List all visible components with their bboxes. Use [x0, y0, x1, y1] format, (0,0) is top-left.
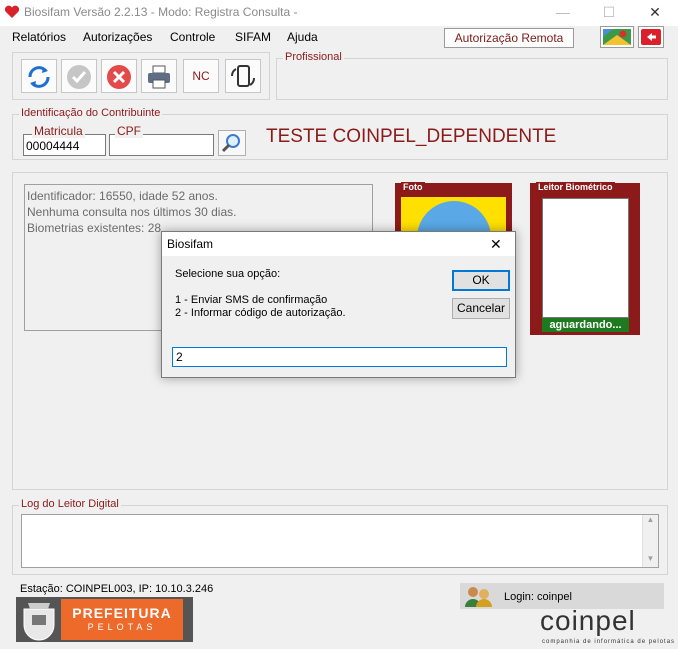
leitor-frame: aguardando...	[530, 183, 640, 335]
users-icon	[465, 587, 492, 607]
menu-relatorios[interactable]: Relatórios	[12, 30, 66, 44]
exit-button[interactable]	[638, 26, 664, 48]
prefeitura-line2: PELOTAS	[87, 622, 157, 632]
menu-sifam[interactable]: SIFAM	[235, 30, 271, 44]
info-line-identificador: Identificador: 16550, idade 52 anos.	[27, 189, 218, 203]
profissional-title: Profissional	[283, 51, 344, 63]
remote-authorization-button[interactable]: Autorização Remota	[444, 28, 574, 48]
check-icon	[67, 65, 91, 89]
coinpel-logo: coinpel	[540, 605, 636, 636]
device-swap-icon	[230, 65, 256, 87]
dialog-option-1: 1 - Enviar SMS de confirmação	[175, 294, 328, 306]
pelotas-crest-icon	[23, 603, 55, 641]
printer-icon	[148, 65, 170, 89]
menu-controle[interactable]: Controle	[170, 30, 215, 44]
log-scrollbar[interactable]: ▲ ▼	[642, 515, 658, 567]
dialog-prompt: Selecione sua opção:	[175, 268, 281, 280]
leitor-status: aguardando...	[542, 318, 629, 332]
cpf-label: CPF	[115, 124, 143, 138]
info-line-consultas: Nenhuma consulta nos últimos 30 dias.	[27, 205, 237, 219]
scroll-up-icon[interactable]: ▲	[643, 515, 658, 524]
scroll-down-icon[interactable]: ▼	[643, 554, 658, 563]
refresh-button[interactable]	[21, 59, 57, 93]
dialog-ok-button[interactable]: OK	[452, 270, 510, 291]
foto-title: Foto	[401, 182, 425, 192]
minimize-button[interactable]: —	[540, 0, 586, 26]
nc-button[interactable]: NC	[183, 59, 219, 93]
window-title: Biosifam Versão 2.2.13 - Modo: Registra …	[24, 5, 298, 19]
dialog-titlebar	[162, 232, 515, 256]
refresh-icon	[28, 66, 50, 88]
fingerprint-area	[542, 198, 629, 318]
maximize-button[interactable]: ☐	[586, 0, 632, 26]
profissional-panel	[276, 58, 668, 100]
option-dialog: Biosifam ✕ Selecione sua opção: 1 - Envi…	[161, 231, 516, 378]
leitor-title: Leitor Biométrico	[536, 182, 615, 192]
station-info: Estação: COINPEL003, IP: 10.10.3.246	[20, 583, 214, 595]
map-icon	[603, 29, 631, 45]
dialog-option-2: 2 - Informar código de autorização.	[175, 307, 346, 319]
search-icon	[221, 134, 240, 153]
confirm-button[interactable]	[61, 59, 97, 93]
dialog-input[interactable]: 2	[172, 347, 507, 367]
prefeitura-badge: PREFEITURA PELOTAS	[61, 599, 183, 640]
dialog-close-button[interactable]: ✕	[490, 236, 502, 253]
exit-icon	[641, 29, 661, 45]
menu-autorizacoes[interactable]: Autorizações	[83, 30, 152, 44]
contribuinte-name: TESTE COINPEL_DEPENDENTE	[266, 126, 557, 147]
print-button[interactable]	[141, 59, 177, 93]
map-button[interactable]	[600, 26, 634, 48]
heart-app-icon	[4, 5, 20, 18]
dialog-cancel-button[interactable]: Cancelar	[452, 298, 510, 319]
dialog-title: Biosifam	[167, 237, 214, 251]
matricula-label: Matricula	[32, 124, 85, 138]
log-textarea[interactable]: ▲ ▼	[21, 514, 659, 568]
coinpel-tagline: companhia de informática de pelotas	[542, 639, 676, 645]
close-button[interactable]: ✕	[632, 0, 678, 26]
login-info: Login: coinpel	[504, 591, 572, 603]
search-button[interactable]	[218, 130, 246, 156]
cancel-icon	[107, 65, 131, 89]
contribuinte-title: Identificação do Contribuinte	[19, 107, 163, 119]
menu-ajuda[interactable]: Ajuda	[287, 30, 318, 44]
device-button[interactable]	[225, 59, 261, 93]
log-title: Log do Leitor Digital	[19, 498, 121, 510]
cancel-button[interactable]	[101, 59, 137, 93]
prefeitura-line1: PREFEITURA	[72, 605, 172, 621]
